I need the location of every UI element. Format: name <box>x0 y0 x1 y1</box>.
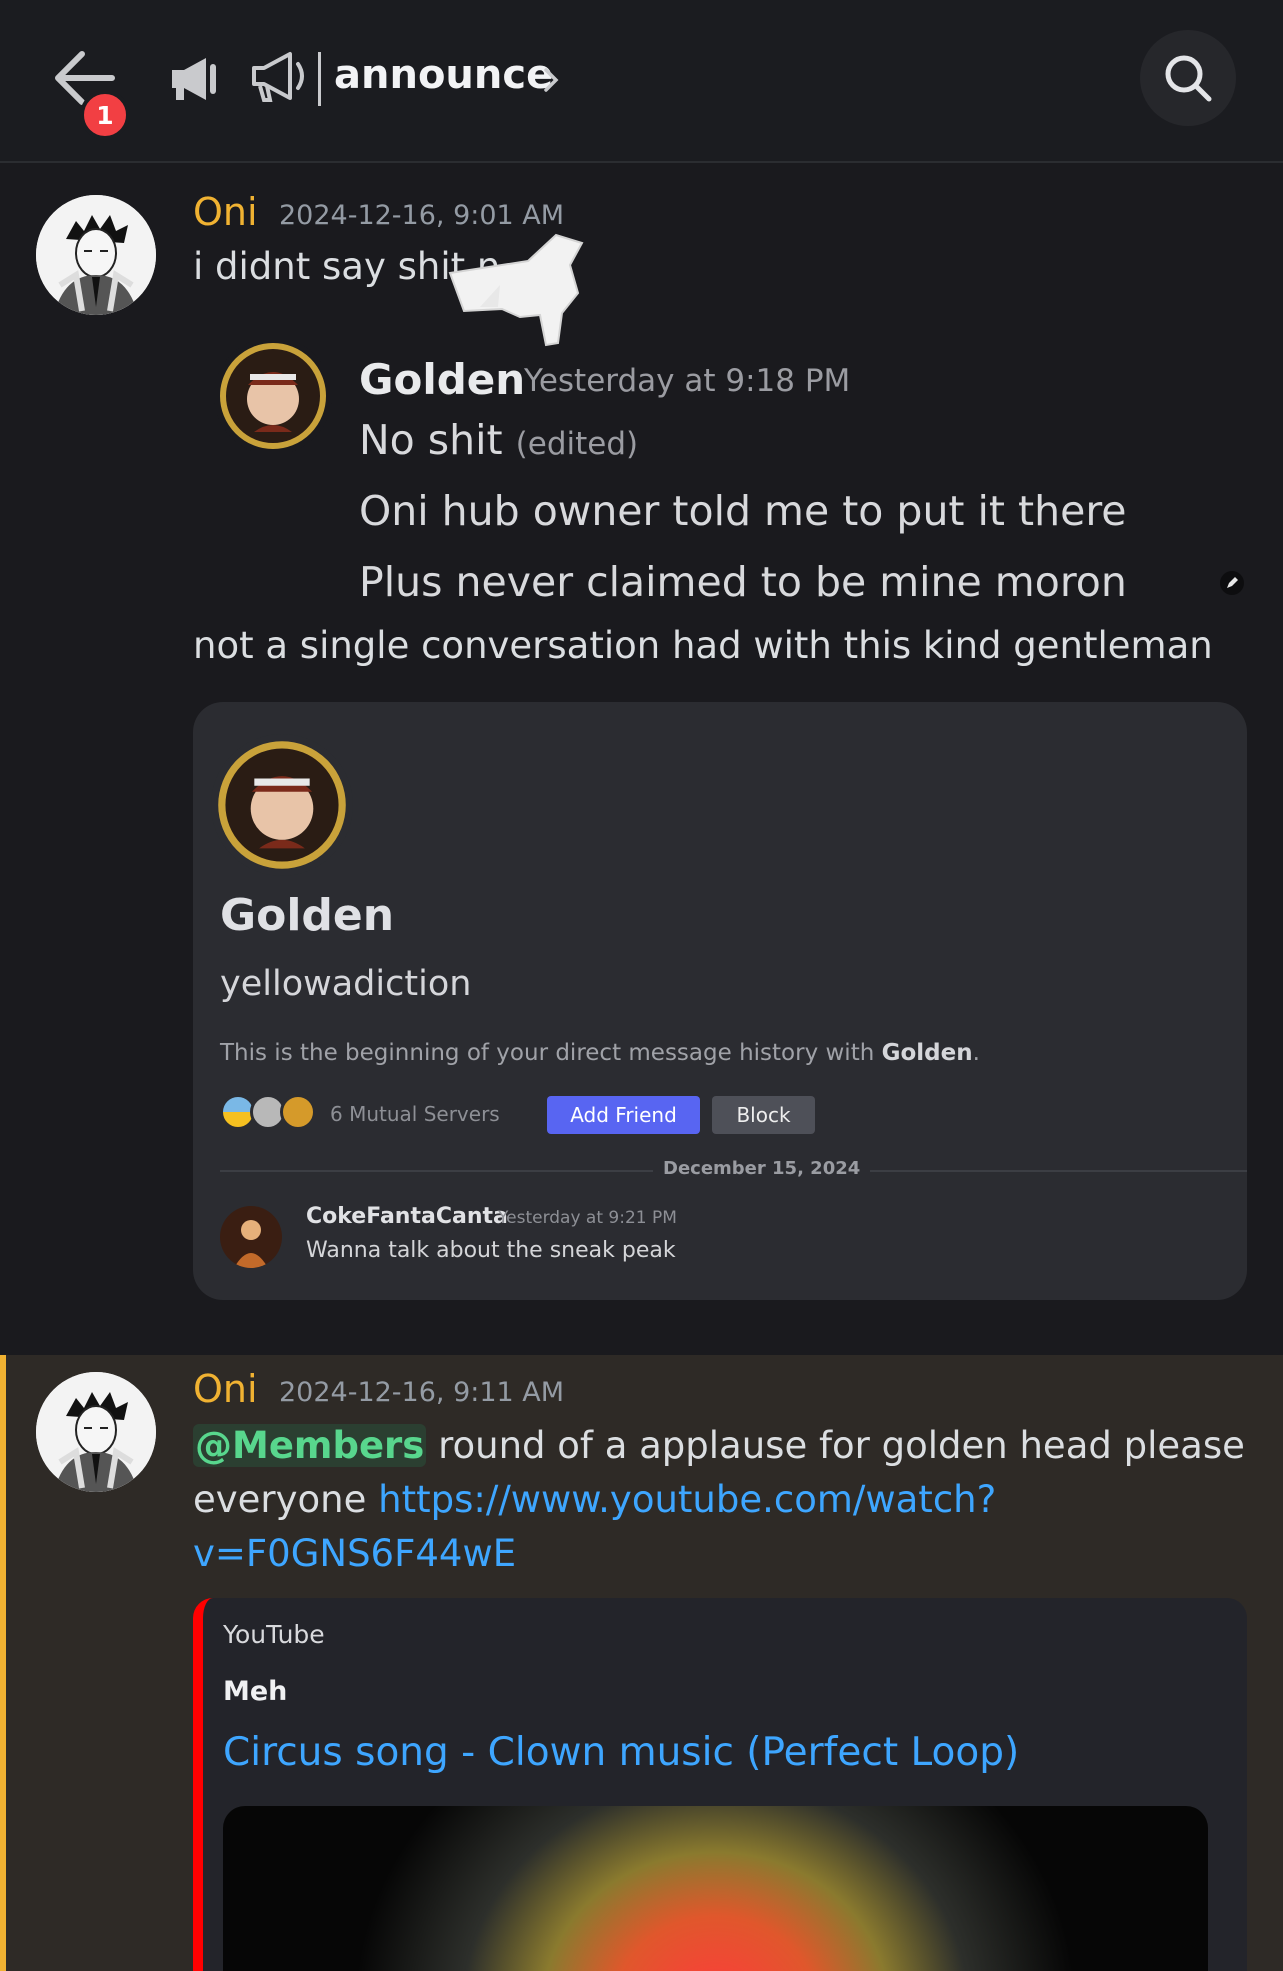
golden-avatar <box>214 337 332 455</box>
message-text: not a single conversation had with this … <box>193 624 1213 667</box>
message-author[interactable]: Oni <box>193 190 258 234</box>
quote-author: Golden <box>359 355 526 404</box>
dm-profile-screenshot[interactable]: Golden yellowadiction This is the beginn… <box>193 702 1247 1300</box>
quote-line: Plus never claimed to be mine moron <box>359 558 1127 606</box>
members-mention[interactable]: @Members <box>193 1424 427 1467</box>
golden-avatar-image <box>214 337 332 455</box>
embed-provider[interactable]: YouTube <box>223 1620 325 1649</box>
dm-author: CokeFantaCanta <box>306 1204 508 1229</box>
message-author[interactable]: Oni <box>193 1367 258 1411</box>
server-icon <box>280 1094 316 1130</box>
quote-line: No shit (edited) <box>359 416 638 464</box>
mutual-servers-label: 6 Mutual Servers <box>330 1102 500 1126</box>
header-divider <box>318 52 321 106</box>
youtube-link-cont[interactable]: v=F0GNS6F44wE <box>193 1532 516 1575</box>
profile-avatar <box>211 734 353 876</box>
search-icon <box>1165 55 1212 102</box>
coke-avatar-image <box>220 1206 282 1268</box>
video-thumbnail[interactable] <box>223 1806 1208 1971</box>
profile-username: yellowadiction <box>220 964 472 1004</box>
profile-name: Golden <box>220 890 395 941</box>
dm-text: Wanna talk about the sneak peak <box>306 1238 676 1263</box>
golden-avatar-image <box>211 734 353 876</box>
chevron-right-icon[interactable] <box>540 64 562 96</box>
youtube-embed: YouTube Meh Circus song - Clown music (P… <box>193 1598 1247 1971</box>
date-separator-label: December 15, 2024 <box>653 1158 871 1179</box>
announcement-channel-icon <box>252 52 304 102</box>
pointing-hand-sticker <box>448 233 584 347</box>
desc-name: Golden <box>881 1040 973 1066</box>
channel-name[interactable]: announce <box>334 52 553 98</box>
desc-prefix: This is the beginning of your direct mes… <box>220 1040 882 1066</box>
search-button[interactable] <box>1140 30 1236 126</box>
message-text-line: @Members round of a applause for golden … <box>193 1424 1245 1467</box>
notification-badge: 1 <box>80 90 130 140</box>
embed-author[interactable]: Meh <box>223 1676 287 1707</box>
avatar[interactable] <box>36 1372 156 1492</box>
desc-suffix: . <box>972 1040 980 1066</box>
edit-pencil-icon <box>1220 571 1244 595</box>
message-timestamp: 2024-12-16, 9:11 AM <box>279 1377 565 1408</box>
message-text: everyone <box>193 1478 379 1521</box>
dm-history-description: This is the beginning of your direct mes… <box>220 1040 980 1066</box>
block-button: Block <box>712 1096 815 1134</box>
message-text-line: everyone https://www.youtube.com/watch? <box>193 1478 996 1521</box>
youtube-link[interactable]: https://www.youtube.com/watch? <box>378 1478 996 1521</box>
message-text: round of a applause for golden head plea… <box>426 1424 1245 1467</box>
channel-header: 1 announce <box>0 0 1283 163</box>
quote-timestamp: Yesterday at 9:18 PM <box>524 363 851 399</box>
megaphone-icon[interactable] <box>168 54 222 104</box>
manga-avatar-image <box>36 1372 156 1492</box>
avatar[interactable] <box>36 195 156 315</box>
dm-avatar <box>220 1206 282 1268</box>
embed-title[interactable]: Circus song - Clown music (Perfect Loop) <box>223 1730 1019 1775</box>
quote-line-text: No shit <box>359 416 503 464</box>
add-friend-button: Add Friend <box>547 1096 700 1134</box>
quote-line: Oni hub owner told me to put it there <box>359 487 1127 535</box>
edited-label: (edited) <box>515 426 639 462</box>
manga-avatar-image <box>36 195 156 315</box>
dm-timestamp: Yesterday at 9:21 PM <box>498 1208 677 1228</box>
